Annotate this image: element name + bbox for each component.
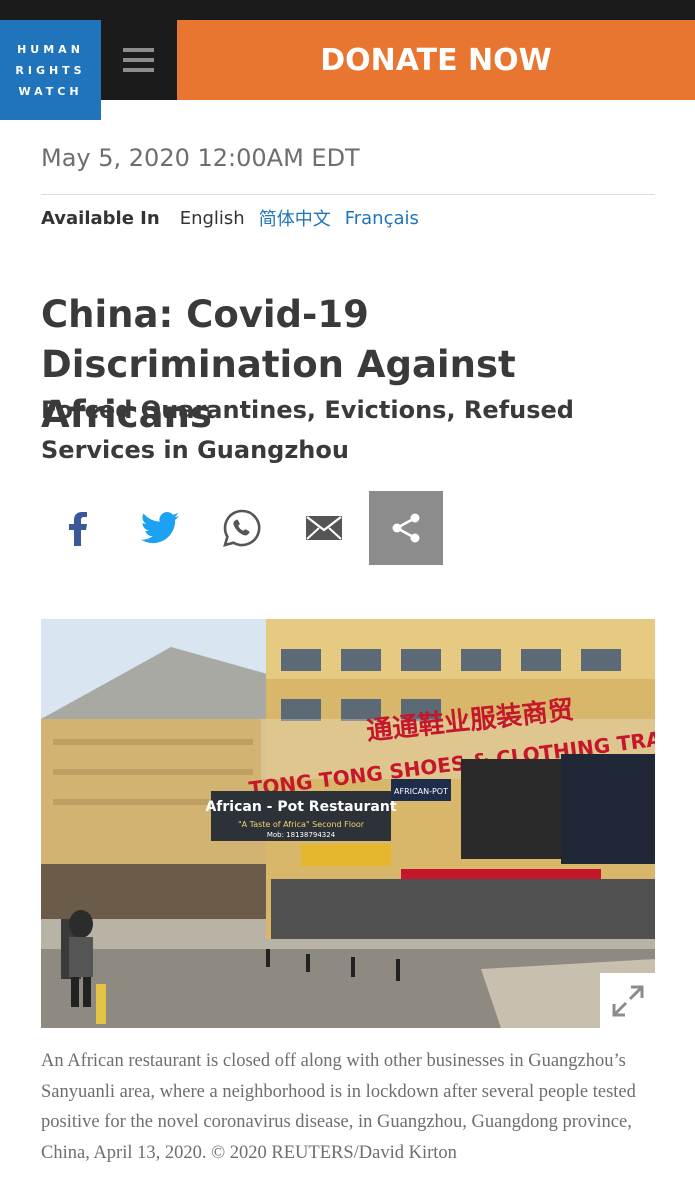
expand-icon[interactable] [600, 973, 655, 1028]
twitter-icon[interactable] [123, 491, 197, 565]
article-subtitle: Forced Quarantines, Evictions, Refused S… [41, 396, 574, 464]
article-date: May 5, 2020 12:00AM EDT [41, 144, 360, 172]
hamburger-icon[interactable] [101, 20, 176, 100]
language-current: English [179, 207, 245, 229]
restaurant-sign-tagline: "A Taste of Africa" Second Floor [238, 820, 365, 829]
african-pot-sign: AFRICAN-POT [394, 787, 448, 796]
email-icon[interactable] [287, 491, 361, 565]
hrw-logo[interactable]: HUMAN RIGHTS WATCH [0, 20, 101, 120]
article-photo[interactable]: 通通鞋业服装商贸 TONG TONG SHOES & CLOTHING TRAD… [41, 619, 655, 1028]
street-scene-illustration: 通通鞋业服装商贸 TONG TONG SHOES & CLOTHING TRAD… [41, 619, 655, 1028]
logo-line-1: HUMAN [17, 42, 84, 56]
donate-button[interactable]: DONATE NOW [177, 20, 695, 100]
share-icon[interactable] [369, 491, 443, 565]
logo-line-2: RIGHTS [15, 63, 86, 77]
divider [41, 194, 655, 195]
language-selector: Available In English 简体中文 Français [41, 204, 433, 232]
share-bar [41, 491, 461, 565]
language-link-french[interactable]: Français [345, 208, 419, 229]
restaurant-sign-phone: Mob: 18138794324 [267, 831, 336, 839]
status-bar [0, 0, 695, 20]
logo-line-3: WATCH [18, 84, 83, 98]
photo-caption: An African restaurant is closed off alon… [41, 1051, 636, 1163]
facebook-icon[interactable] [41, 491, 115, 565]
restaurant-sign: African - Pot Restaurant [205, 799, 396, 815]
available-in-label: Available In [41, 207, 160, 229]
language-link-chinese[interactable]: 简体中文 [259, 205, 331, 231]
whatsapp-icon[interactable] [205, 491, 279, 565]
